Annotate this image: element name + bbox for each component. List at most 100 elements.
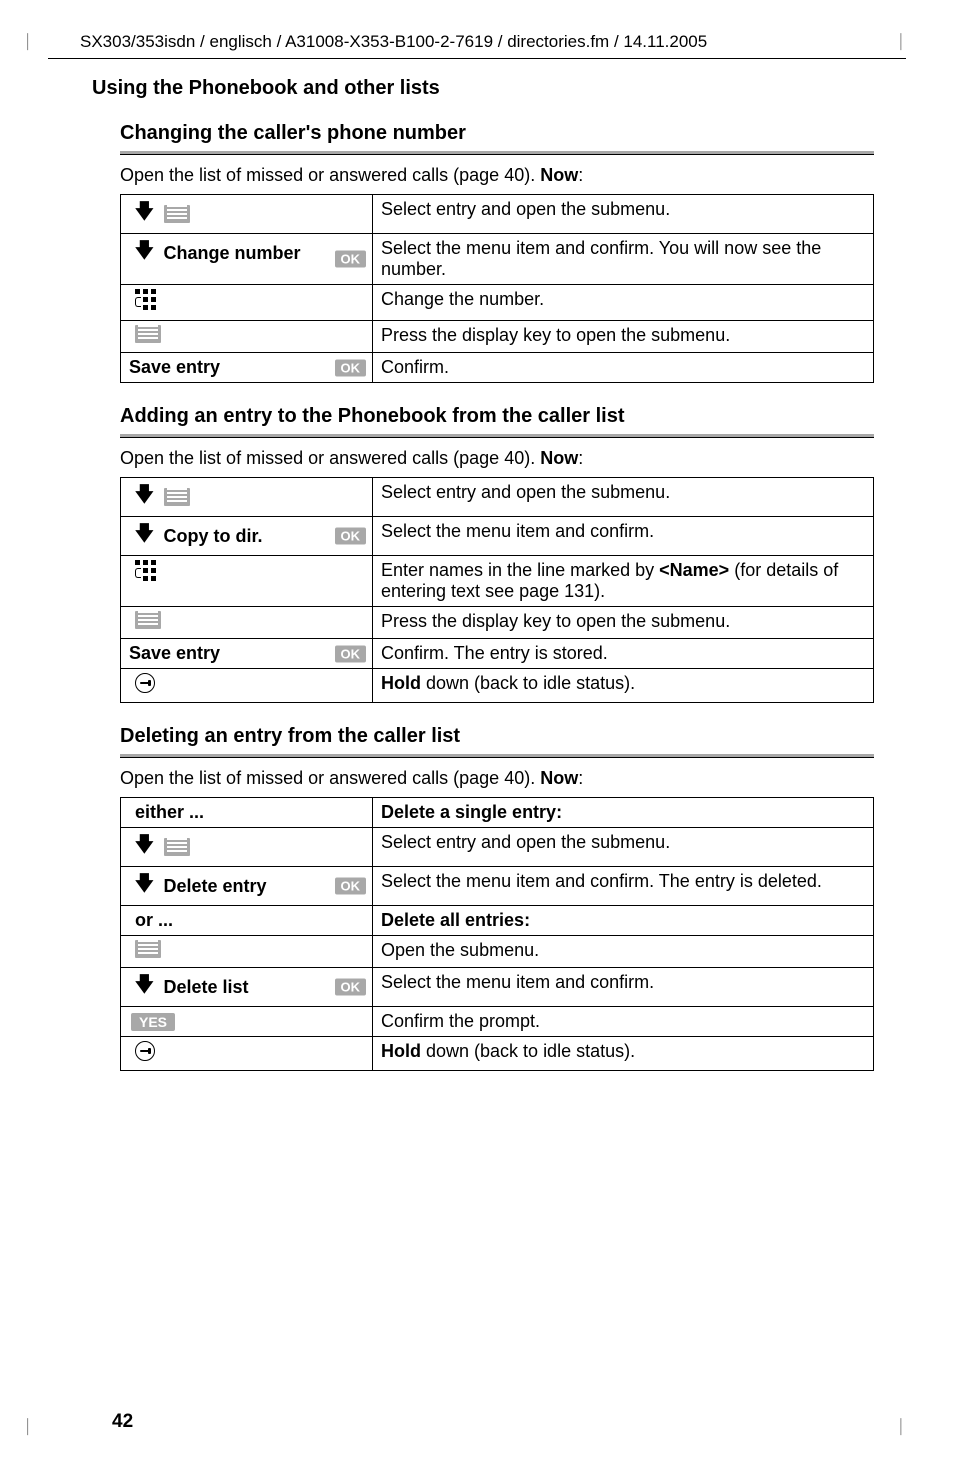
name-placeholder: <Name> — [659, 560, 729, 580]
delete-all-label: Delete all entries: — [373, 906, 874, 936]
menu-item-label: Copy to dir. — [164, 526, 263, 547]
down-arrow-icon: 🡇 — [135, 971, 154, 1004]
cell-desc: Confirm. — [373, 353, 874, 383]
crop-mark-icon: │ — [24, 34, 33, 48]
keypad-icon — [135, 560, 157, 582]
table-row: 🡇 Delete entry OK Select the menu item a… — [121, 867, 874, 906]
menu-item-label: Save entry — [129, 643, 220, 663]
or-label: or ... — [121, 906, 373, 936]
cell-desc: Select the menu item and confirm. — [373, 517, 874, 556]
intro-text-1: Open the list of missed or answered call… — [120, 165, 874, 186]
page-header: SX303/353isdn / englisch / A31008-X353-B… — [0, 32, 954, 58]
either-label: either ... — [121, 798, 373, 828]
table-row: 🡇 Copy to dir. OK Select the menu item a… — [121, 517, 874, 556]
table-row: 🡇 Select entry and open the submenu. — [121, 195, 874, 234]
cell-desc: Hold down (back to idle status). — [373, 669, 874, 703]
cell-desc: Open the submenu. — [373, 936, 874, 968]
cell-desc: Change the number. — [373, 285, 874, 321]
down-arrow-icon: 🡇 — [135, 198, 154, 231]
cell-desc: Press the display key to open the submen… — [373, 607, 874, 639]
cell-desc: Select entry and open the submenu. — [373, 828, 874, 867]
intro-suffix: : — [578, 768, 583, 788]
table-row: Enter names in the line marked by <Name>… — [121, 556, 874, 607]
cell-desc: Select the menu item and confirm. You wi… — [373, 234, 874, 285]
table-row: Open the submenu. — [121, 936, 874, 968]
crop-mark-icon: │ — [897, 34, 906, 48]
table-row: Save entry OK Confirm. — [121, 353, 874, 383]
intro-suffix: : — [578, 165, 583, 185]
table-row-head: or ... Delete all entries: — [121, 906, 874, 936]
menu-icon — [164, 205, 190, 223]
table-row: Hold down (back to idle status). — [121, 1037, 874, 1071]
crop-mark-icon: │ — [897, 1419, 906, 1433]
cell-desc: Select entry and open the submenu. — [373, 195, 874, 234]
section-title-3: Deleting an entry from the caller list — [120, 725, 874, 748]
section-underline — [120, 149, 874, 155]
procedure-table-3: either ... Delete a single entry: 🡇 Sele… — [120, 797, 874, 1071]
table-row: YES Confirm the prompt. — [121, 1007, 874, 1037]
cell-desc: Press the display key to open the submen… — [373, 321, 874, 353]
handset-idle-icon — [135, 673, 155, 693]
intro-text-2: Open the list of missed or answered call… — [120, 448, 874, 469]
ok-badge: OK — [335, 645, 367, 662]
menu-item-label: Delete entry — [164, 876, 267, 897]
table-row: 🡇 Select entry and open the submenu. — [121, 828, 874, 867]
section-title-2: Adding an entry to the Phonebook from th… — [120, 405, 874, 428]
cell-desc: Confirm the prompt. — [373, 1007, 874, 1037]
section-underline — [120, 752, 874, 758]
menu-item-label: Save entry — [129, 357, 220, 377]
table-row: 🡇 Delete list OK Select the menu item an… — [121, 968, 874, 1007]
menu-icon — [135, 940, 161, 958]
menu-icon — [135, 611, 161, 629]
section-underline — [120, 432, 874, 438]
table-row: 🡇 Change number OK Select the menu item … — [121, 234, 874, 285]
yes-badge: YES — [131, 1013, 175, 1031]
ok-badge: OK — [335, 359, 367, 376]
procedure-table-1: 🡇 Select entry and open the submenu. 🡇 C… — [120, 194, 874, 383]
cell-desc: Hold down (back to idle status). — [373, 1037, 874, 1071]
menu-item-label: Delete list — [164, 977, 249, 998]
text: Enter names in the line marked by — [381, 560, 659, 580]
keypad-icon — [135, 289, 157, 311]
ok-badge: OK — [335, 878, 367, 895]
down-arrow-icon: 🡇 — [135, 237, 154, 270]
table-row: Press the display key to open the submen… — [121, 607, 874, 639]
table-row: Press the display key to open the submen… — [121, 321, 874, 353]
header-rule — [48, 58, 906, 59]
intro-prefix: Open the list of missed or answered call… — [120, 768, 540, 788]
text: down (back to idle status). — [421, 673, 635, 693]
cell-desc: Select entry and open the submenu. — [373, 478, 874, 517]
intro-text-3: Open the list of missed or answered call… — [120, 768, 874, 789]
table-row: Hold down (back to idle status). — [121, 669, 874, 703]
delete-single-label: Delete a single entry: — [373, 798, 874, 828]
down-arrow-icon: 🡇 — [135, 481, 154, 514]
table-row-head: either ... Delete a single entry: — [121, 798, 874, 828]
cell-desc: Confirm. The entry is stored. — [373, 639, 874, 669]
table-row: 🡇 Select entry and open the submenu. — [121, 478, 874, 517]
intro-suffix: : — [578, 448, 583, 468]
intro-bold: Now — [540, 165, 578, 185]
ok-badge: OK — [335, 528, 367, 545]
menu-icon — [135, 325, 161, 343]
section-title-1: Changing the caller's phone number — [120, 122, 874, 145]
menu-item-label: Change number — [164, 243, 301, 264]
bold-text: Hold — [381, 673, 421, 693]
cell-desc: Enter names in the line marked by <Name>… — [373, 556, 874, 607]
text: down (back to idle status). — [421, 1041, 635, 1061]
intro-prefix: Open the list of missed or answered call… — [120, 448, 540, 468]
intro-bold: Now — [540, 448, 578, 468]
running-title: Using the Phonebook and other lists — [92, 77, 874, 100]
intro-bold: Now — [540, 768, 578, 788]
down-arrow-icon: 🡇 — [135, 831, 154, 864]
table-row: Change the number. — [121, 285, 874, 321]
crop-mark-icon: │ — [24, 1419, 33, 1433]
intro-prefix: Open the list of missed or answered call… — [120, 165, 540, 185]
cell-desc: Select the menu item and confirm. The en… — [373, 867, 874, 906]
menu-icon — [164, 838, 190, 856]
down-arrow-icon: 🡇 — [135, 520, 154, 553]
page-number: 42 — [92, 1411, 874, 1433]
handset-idle-icon — [135, 1041, 155, 1061]
cell-desc: Select the menu item and confirm. — [373, 968, 874, 1007]
ok-badge: OK — [335, 251, 367, 268]
down-arrow-icon: 🡇 — [135, 870, 154, 903]
